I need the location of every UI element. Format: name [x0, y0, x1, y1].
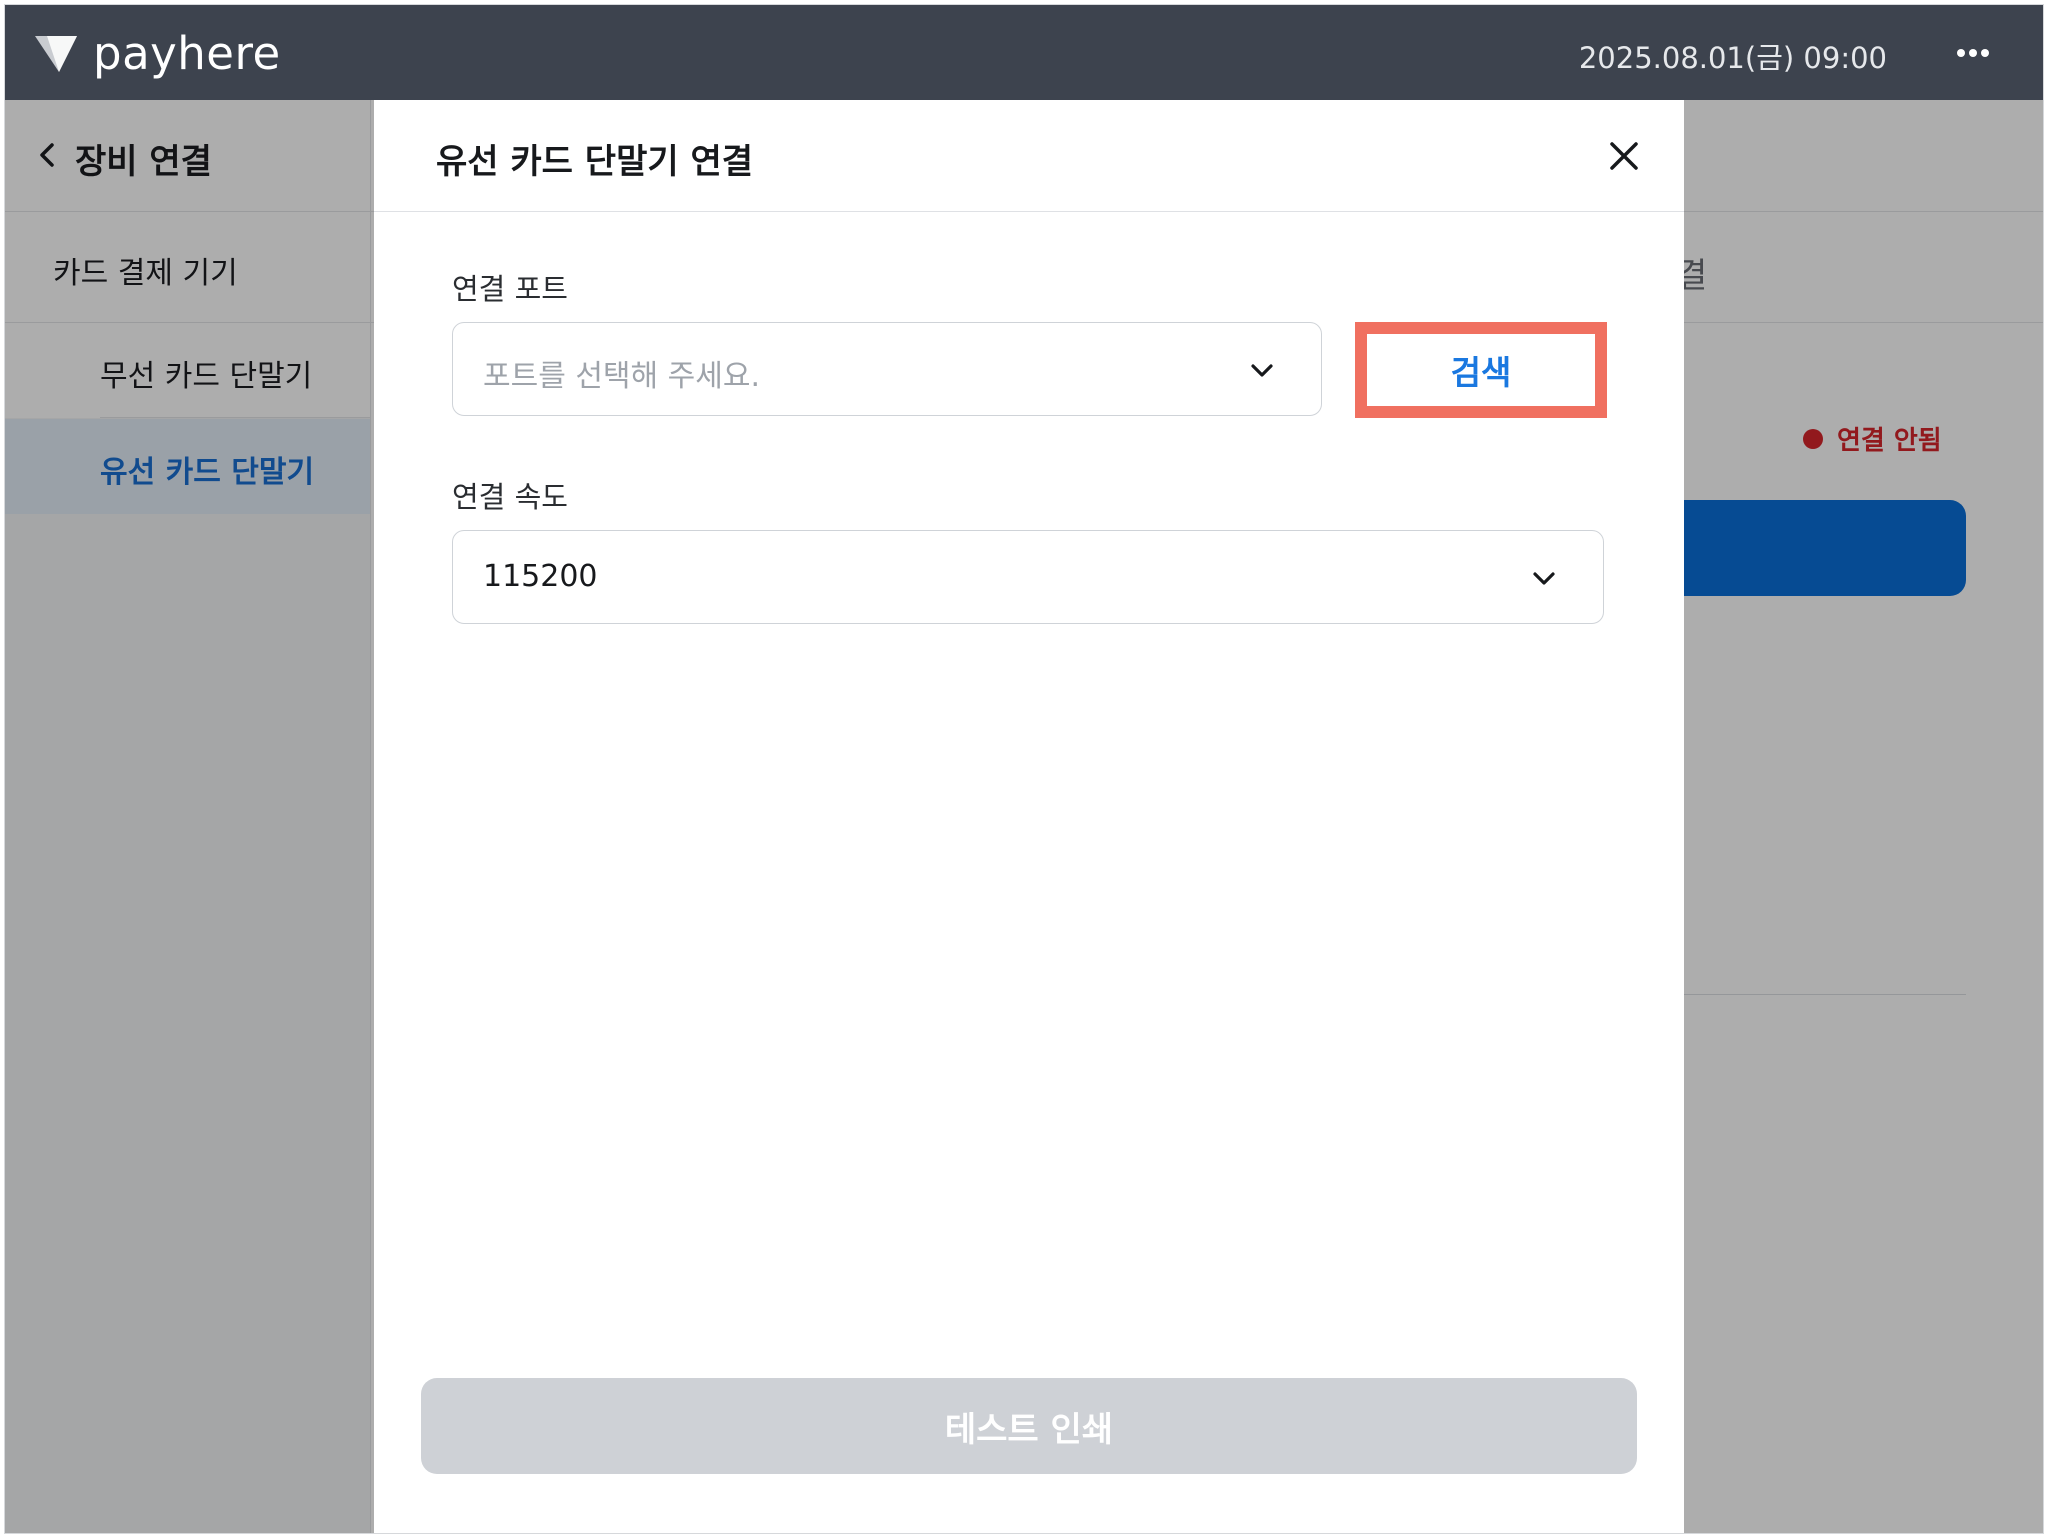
top-bar: payhere 2025.08.01(금) 09:00: [5, 5, 2043, 100]
more-dot: [1981, 49, 1989, 57]
chevron-down-icon: [1533, 572, 1555, 585]
brand-name: payhere: [93, 26, 281, 80]
modal-title: 유선 카드 단말기 연결: [436, 142, 754, 182]
more-dot: [1969, 49, 1977, 57]
speed-select[interactable]: 115200: [452, 530, 1604, 624]
speed-label: 연결 속도: [452, 480, 568, 514]
close-icon[interactable]: [1604, 136, 1644, 176]
modal-header: 유선 카드 단말기 연결: [374, 100, 1684, 212]
search-button[interactable]: 검색: [1367, 334, 1595, 406]
port-placeholder: 포트를 선택해 주세요.: [483, 359, 761, 394]
wired-terminal-connect-modal: 유선 카드 단말기 연결 연결 포트 포트를 선택해 주세요. 검색 연결 속도…: [374, 100, 1684, 1533]
datetime-display: 2025.08.01(금) 09:00: [1578, 41, 1887, 75]
payhere-logo-icon: [35, 36, 77, 72]
brand-logo: payhere: [33, 25, 281, 81]
speed-value: 115200: [483, 559, 598, 594]
port-label: 연결 포트: [452, 272, 568, 306]
more-options-button[interactable]: [1951, 35, 1995, 71]
search-button-highlight: 검색: [1355, 322, 1607, 418]
more-horizontal-icon: [1957, 49, 1965, 57]
app-window: payhere 2025.08.01(금) 09:00 장비 연결 카드 결제 …: [4, 4, 2044, 1534]
port-select[interactable]: 포트를 선택해 주세요.: [452, 322, 1322, 416]
test-print-button[interactable]: 테스트 인쇄: [421, 1378, 1637, 1474]
chevron-down-icon: [1251, 364, 1273, 377]
